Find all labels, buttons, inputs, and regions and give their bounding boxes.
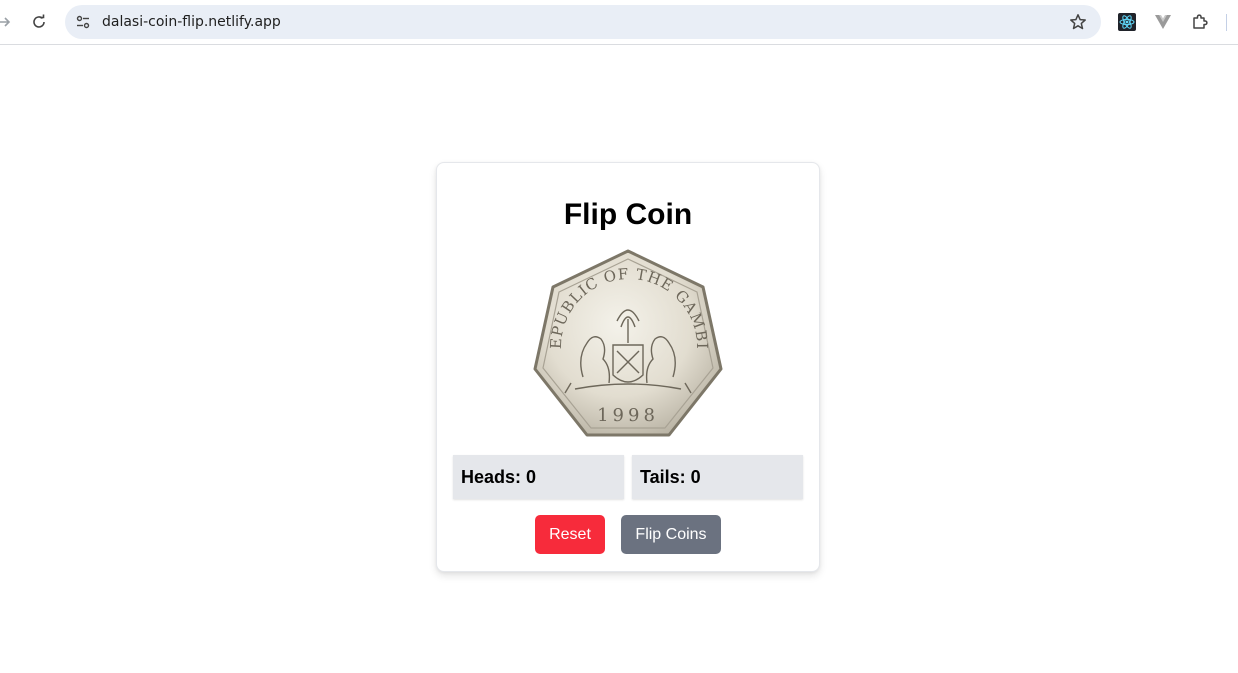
coin-year: 1998 (597, 405, 659, 426)
tails-counter: Tails: 0 (632, 455, 803, 499)
flip-coins-button[interactable]: Flip Coins (621, 515, 721, 554)
bookmark-star-icon[interactable] (1068, 12, 1088, 32)
url-text[interactable]: dalasi-coin-flip.netlify.app (102, 14, 281, 30)
toolbar-divider (1226, 14, 1227, 31)
reload-icon[interactable] (29, 12, 49, 32)
vue-devtools-icon[interactable] (1153, 12, 1173, 32)
reset-button[interactable]: Reset (535, 515, 605, 554)
extensions-puzzle-icon[interactable] (1190, 12, 1210, 32)
site-settings-icon[interactable] (73, 12, 93, 32)
flip-coin-card: Flip Coin REPUBLIC OF THE GAMBIA (436, 162, 820, 572)
page-title: Flip Coin (563, 198, 693, 231)
coin-image: REPUBLIC OF THE GAMBIA 1998 (524, 233, 725, 441)
address-bar[interactable]: dalasi-coin-flip.netlify.app (65, 5, 1101, 39)
forward-icon[interactable] (0, 12, 14, 32)
react-devtools-icon[interactable] (1117, 12, 1137, 32)
browser-toolbar: dalasi-coin-flip.netlify.app (0, 0, 1238, 45)
heads-counter: Heads: 0 (453, 455, 624, 499)
